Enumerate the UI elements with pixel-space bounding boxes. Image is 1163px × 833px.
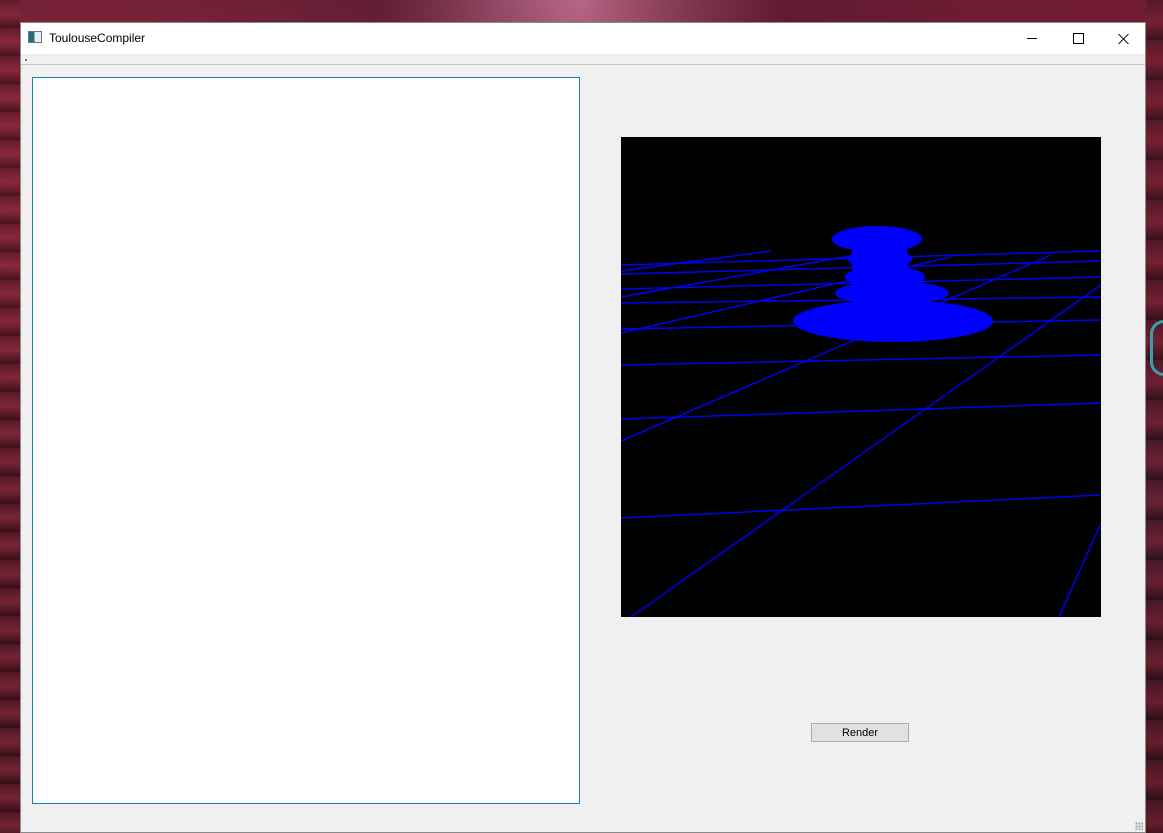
pawn-base — [793, 300, 993, 342]
minimize-icon — [1027, 38, 1037, 39]
window-title: ToulouseCompiler — [49, 31, 146, 45]
code-editor[interactable] — [32, 77, 580, 804]
wallpaper-right-strip — [1146, 0, 1163, 833]
close-icon — [1118, 33, 1130, 45]
menu-bar-marker — [25, 59, 27, 61]
grid-line — [621, 494, 1101, 519]
grid-line — [621, 402, 1101, 420]
grid-line — [1058, 522, 1101, 617]
pawn-body — [852, 245, 907, 305]
app-window: ToulouseCompiler Render — [20, 22, 1146, 833]
wallpaper-left-strip — [0, 0, 20, 833]
grid-line — [621, 253, 862, 298]
wallpaper-teal-shape — [1150, 320, 1163, 376]
resize-grip-icon[interactable] — [1135, 822, 1143, 830]
minimize-button[interactable] — [1009, 23, 1055, 54]
maximize-icon — [1072, 33, 1084, 44]
menu-bar — [21, 54, 1145, 65]
scene-canvas — [621, 226, 1101, 617]
close-button[interactable] — [1101, 23, 1147, 54]
title-bar[interactable]: ToulouseCompiler — [21, 23, 1145, 54]
maximize-button[interactable] — [1055, 23, 1101, 54]
grid-line — [621, 354, 1101, 366]
app-window-icon — [28, 31, 42, 43]
render-button[interactable]: Render — [811, 723, 909, 742]
render-viewport[interactable] — [621, 137, 1101, 617]
